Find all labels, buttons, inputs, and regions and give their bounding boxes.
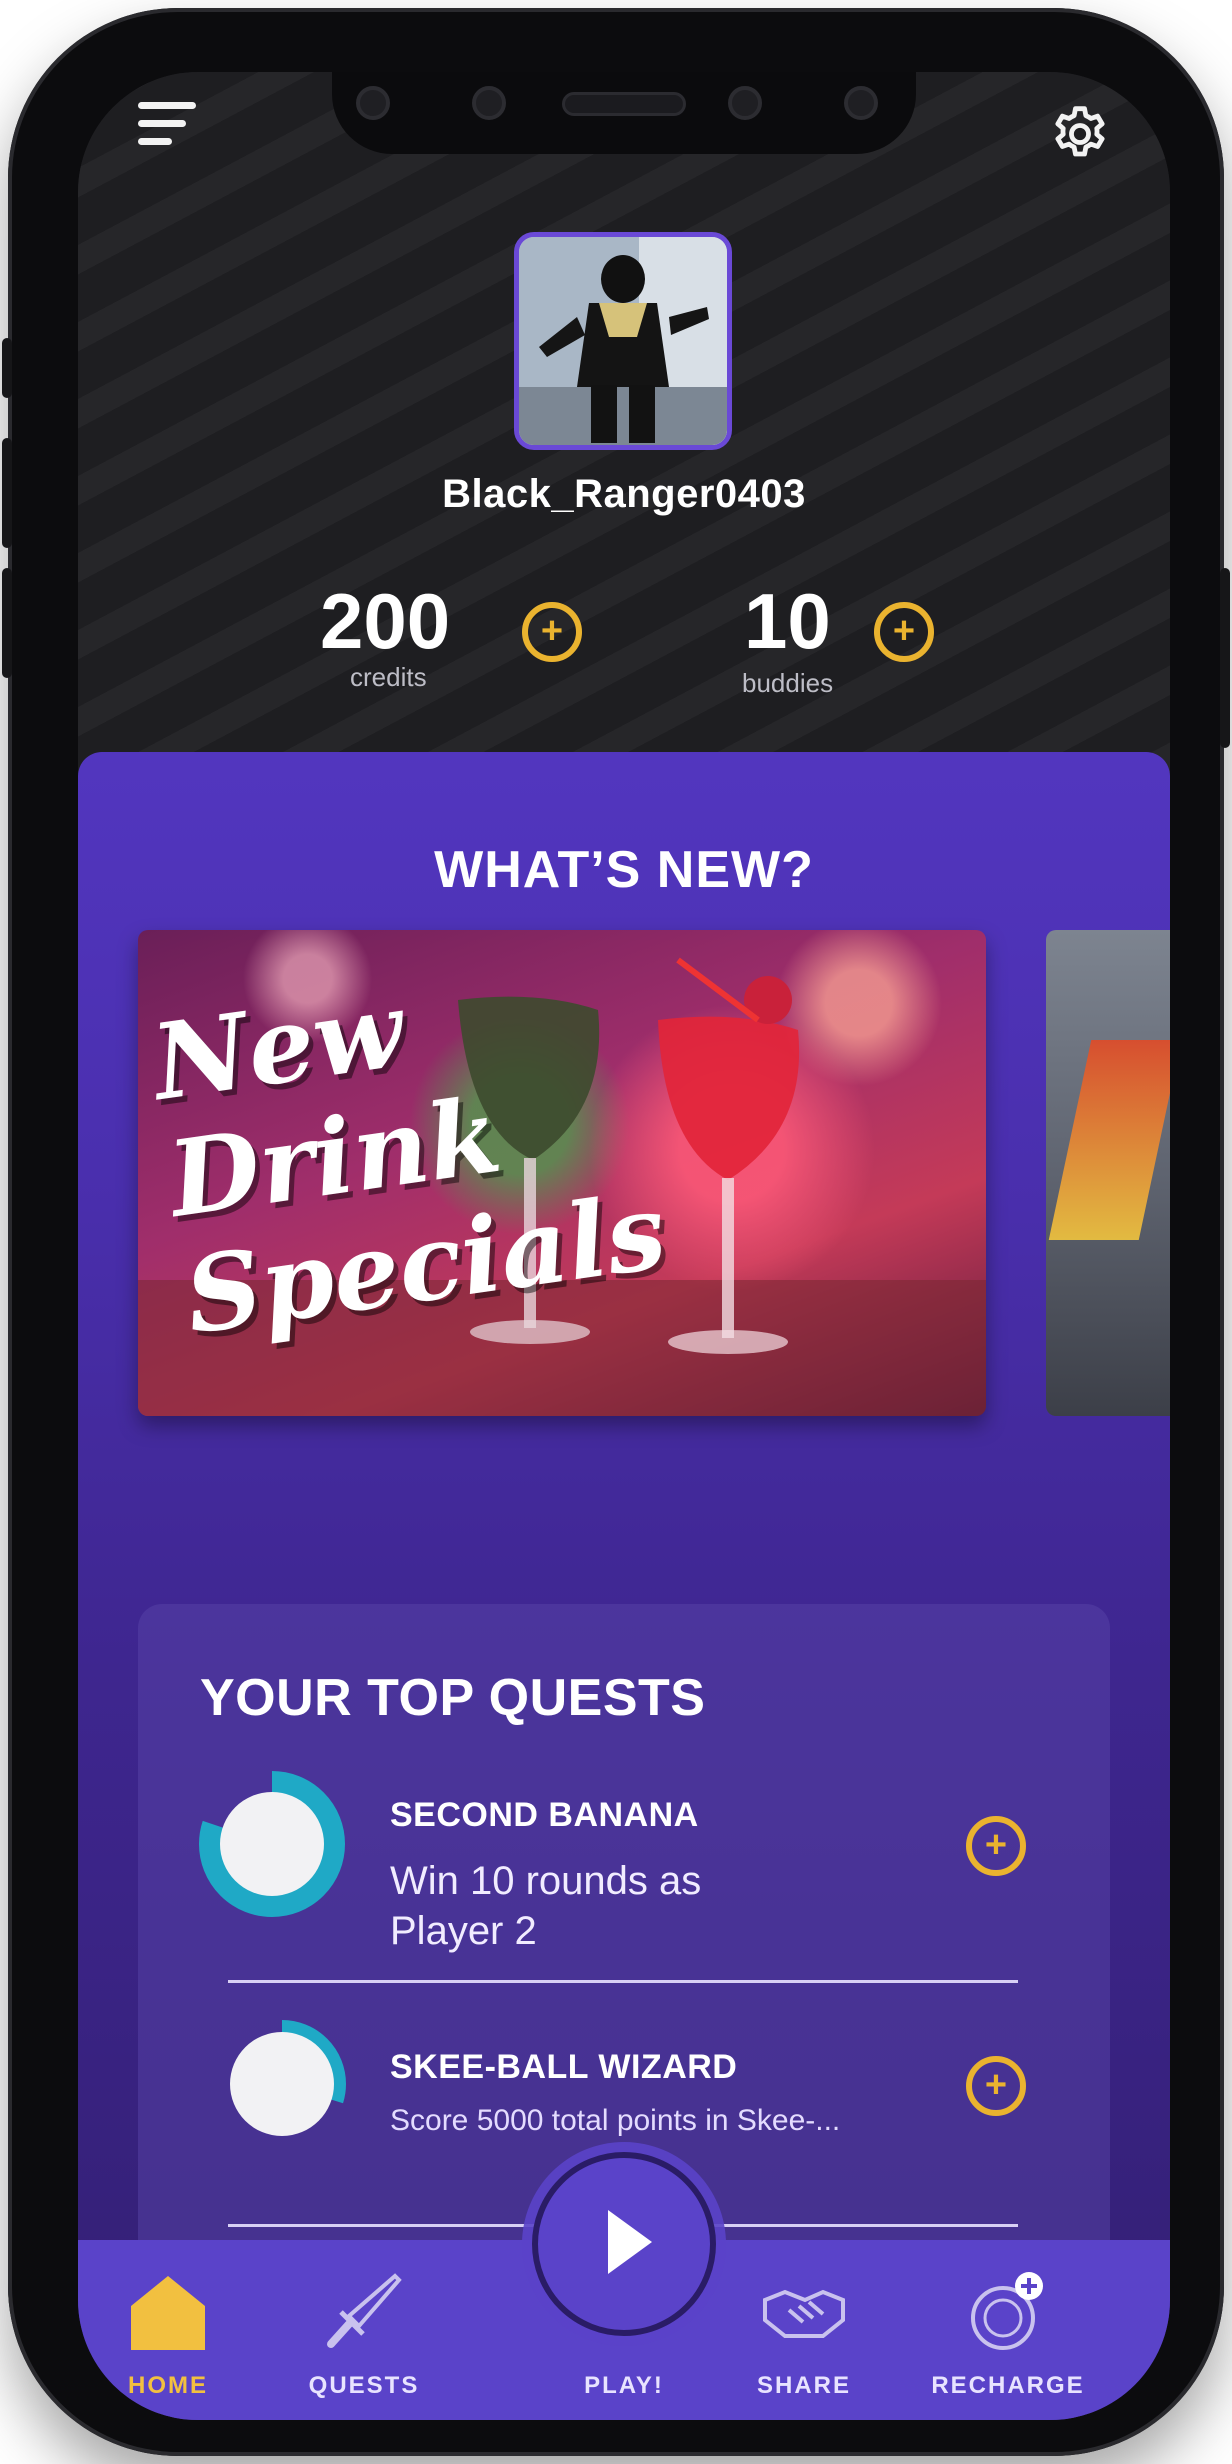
nav-play-label: PLAY! <box>584 2372 664 2399</box>
quest-name: SKEE-BALL WIZARD <box>390 2048 738 2086</box>
add-buddies-button[interactable]: + <box>874 602 934 662</box>
credits-label: credits <box>350 662 427 692</box>
promo-banner-next[interactable] <box>1046 930 1170 1416</box>
banner-graphic <box>1048 1040 1170 1240</box>
nav-quests[interactable]: QUESTS <box>274 2260 454 2410</box>
sensor-dot <box>356 86 390 120</box>
quest-item[interactable]: SECOND BANANA Win 10 rounds as Player 2 … <box>138 1766 1110 1996</box>
play-icon <box>608 2210 652 2274</box>
earpiece-speaker <box>562 92 686 116</box>
phone-frame: Black_Ranger0403 200 credits + 10 buddie… <box>2 8 1230 2456</box>
avatar-image <box>519 237 727 445</box>
side-button-mute <box>2 338 12 398</box>
nav-quests-label: QUESTS <box>308 2372 420 2399</box>
quest-add-button[interactable]: + <box>966 1816 1026 1876</box>
home-icon <box>131 2276 205 2350</box>
play-button[interactable] <box>532 2152 716 2336</box>
hamburger-menu-icon[interactable] <box>138 102 202 166</box>
nav-recharge-label: RECHARGE <box>931 2372 1085 2399</box>
buddies-stat: 10 buddies <box>742 577 833 698</box>
quest-description: Score 5000 total points in Skee-... <box>390 2104 841 2137</box>
divider <box>228 1980 1018 1983</box>
gear-icon[interactable] <box>1048 102 1112 166</box>
quest-description: Win 10 rounds as Player 2 <box>390 1859 702 1953</box>
quest-name: SECOND BANANA <box>390 1796 699 1834</box>
recharge-coin-icon <box>971 2272 1043 2350</box>
side-button-power <box>1220 568 1230 748</box>
whats-new-title: WHAT’S NEW? <box>434 841 814 899</box>
quest-progress-ring <box>218 2020 346 2148</box>
side-button-volume-up <box>2 438 12 548</box>
username: Black_Ranger0403 <box>442 472 806 516</box>
nav-share[interactable]: SHARE <box>714 2260 894 2410</box>
app-screen: Black_Ranger0403 200 credits + 10 buddie… <box>78 72 1170 2420</box>
side-button-volume-down <box>2 568 12 678</box>
nav-recharge[interactable]: RECHARGE <box>918 2260 1098 2410</box>
profile-header: Black_Ranger0403 200 credits + 10 buddie… <box>78 72 1170 772</box>
avatar[interactable] <box>514 232 732 450</box>
quest-progress-ring <box>199 1771 345 1917</box>
sensor-dot <box>728 86 762 120</box>
promo-banner-drink-specials[interactable]: New Drink Specials <box>138 930 986 1416</box>
sword-icon <box>327 2273 402 2348</box>
add-credits-button[interactable]: + <box>522 602 582 662</box>
top-quests-title: YOUR TOP QUESTS <box>200 1669 706 1727</box>
quest-add-button[interactable]: + <box>966 2056 1026 2116</box>
buddies-label: buddies <box>742 668 834 698</box>
handshake-icon <box>763 2289 845 2338</box>
front-camera <box>844 86 878 120</box>
nav-home[interactable]: HOME <box>78 2260 258 2410</box>
nav-share-label: SHARE <box>756 2372 851 2399</box>
buddies-value: 10 <box>744 577 831 665</box>
banner-headline: New Drink Specials <box>145 938 673 1357</box>
camera-notch <box>332 72 916 154</box>
credits-stat: 200 credits <box>320 577 451 692</box>
nav-home-label: HOME <box>128 2372 208 2399</box>
credits-value: 200 <box>320 577 451 665</box>
sensor-dot <box>472 86 506 120</box>
